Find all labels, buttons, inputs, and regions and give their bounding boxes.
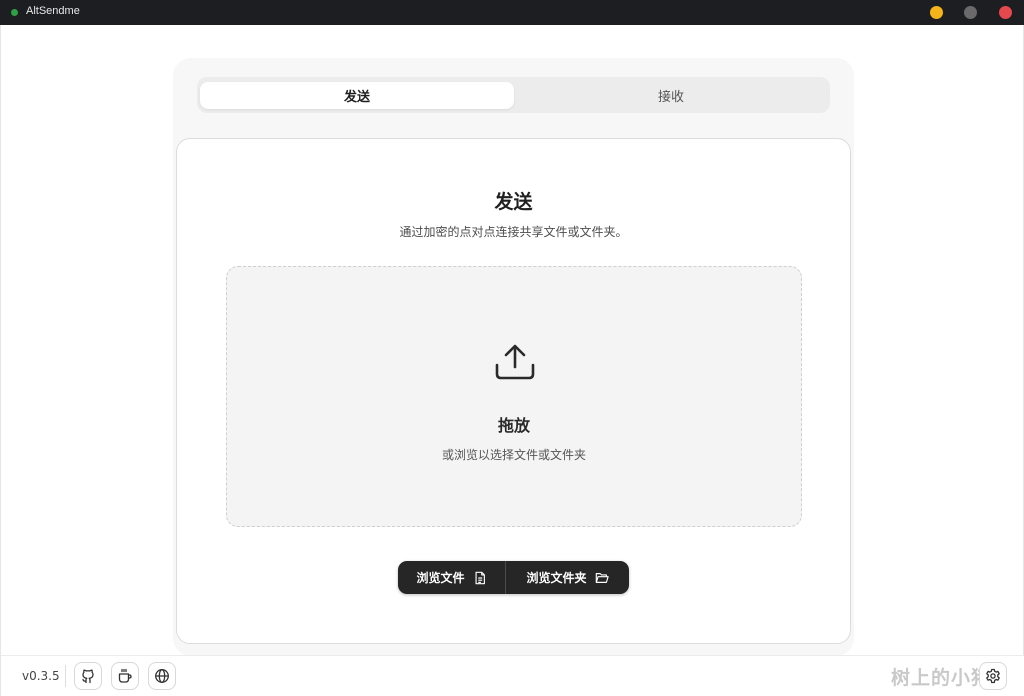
browse-button-group: 浏览文件 浏览文件夹 [398,561,629,594]
globe-button[interactable] [148,662,176,690]
drop-title: 拖放 [497,416,530,435]
app-logo-icon [11,9,18,16]
drop-hint: 或浏览以选择文件或文件夹 [441,448,586,462]
window-title: AltSendme [26,5,80,17]
close-button[interactable] [999,6,1012,19]
mode-tabs: 发送 接收 [197,77,830,113]
browse-files-button[interactable]: 浏览文件 [398,561,506,594]
footer-divider [65,665,66,687]
tab-send[interactable]: 发送 [200,82,514,109]
minimize-button[interactable] [930,6,943,19]
footer-bar: v0.3.5 树上的小猪 [1,655,1024,696]
globe-icon [155,669,169,683]
maximize-button[interactable] [964,6,977,19]
folder-open-icon [595,572,609,583]
send-subtitle: 通过加密的点对点连接共享文件或文件夹。 [399,225,628,239]
tab-receive[interactable]: 接收 [514,82,828,109]
send-card: 发送 通过加密的点对点连接共享文件或文件夹。 拖放 或浏览以选择文件或文件夹 浏… [176,138,851,644]
main-page: 发送 接收 发送 通过加密的点对点连接共享文件或文件夹。 拖放 或浏览以选择文件… [0,25,1024,696]
coffee-icon [118,668,132,683]
browse-files-label: 浏览文件 [416,571,465,585]
title-bar: AltSendme [0,0,1024,25]
coffee-button[interactable] [111,662,139,690]
settings-button[interactable] [979,662,1007,690]
drop-zone[interactable]: 拖放 或浏览以选择文件或文件夹 [226,266,802,527]
file-icon [474,571,485,584]
github-button[interactable] [74,662,102,690]
browse-folder-button[interactable]: 浏览文件夹 [506,561,629,594]
browse-folder-label: 浏览文件夹 [526,571,587,585]
watermark: 树上的小猪 [891,667,992,689]
settings-icon [986,668,1000,684]
github-icon [82,669,94,684]
version-label: v0.3.5 [22,669,60,683]
send-title: 发送 [494,191,533,213]
main-panel: 发送 接收 发送 通过加密的点对点连接共享文件或文件夹。 拖放 或浏览以选择文件… [173,58,854,656]
upload-icon [495,344,535,380]
